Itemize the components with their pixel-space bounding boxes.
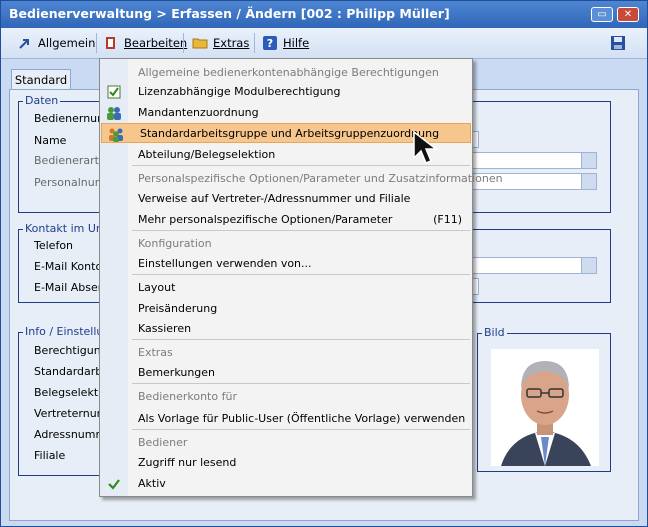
label-standardarbeitsgruppe: Standardarbe — [34, 365, 110, 378]
menu-item-label: Aktiv — [138, 477, 166, 490]
menu-item-label: Layout — [138, 281, 176, 294]
menu-item-label: Mehr personalspezifische Optionen/Parame… — [138, 213, 393, 226]
toolbar-extras[interactable]: Extras — [192, 35, 249, 51]
tab-standard[interactable]: Standard — [11, 69, 71, 91]
menu-section-header: Bedienerkonto für — [100, 387, 472, 407]
menu-item-label: Preisänderung — [138, 302, 218, 315]
email-konto-combo[interactable] — [471, 257, 597, 274]
label-name: Name — [34, 134, 67, 147]
users-icon — [106, 105, 122, 121]
toolbar-extras-label: Extras — [213, 36, 250, 50]
menu-item-label: Zugriff nur lesend — [138, 456, 237, 469]
menu-item[interactable]: Lizenzabhängige Modulberechtigung — [100, 82, 472, 102]
menu-item-label: Allgemeine bedienerkontenabhängige Berec… — [138, 66, 439, 79]
folder-icon — [192, 35, 208, 51]
close-button[interactable]: ✕ — [617, 7, 639, 22]
menu-section-header: Personalspezifische Optionen/Parameter u… — [100, 169, 503, 189]
restore-button[interactable]: ▭ — [591, 7, 613, 22]
save-icon — [610, 35, 626, 51]
help-icon: ? — [262, 35, 278, 51]
edit-doc-icon — [103, 35, 119, 51]
menu-section-header: Extras — [100, 343, 472, 363]
menu-item[interactable]: Mandantenzuordnung — [100, 103, 472, 123]
menu-separator — [132, 339, 470, 340]
toolbar-separator — [183, 33, 184, 53]
menu-item-label: Kassieren — [138, 322, 192, 335]
menu-item-label: Konfiguration — [138, 237, 212, 250]
menu-item-label: Bedienerkonto für — [138, 390, 237, 403]
menu-item-label: Bemerkungen — [138, 366, 216, 379]
label-bedienerart: Bedienerart — [34, 154, 99, 167]
toolbar-separator — [96, 33, 97, 53]
user-photo — [491, 349, 599, 466]
menu-item-label: Als Vorlage für Public-User (Öffentliche… — [138, 412, 466, 425]
menu-item[interactable]: Mehr personalspezifische Optionen/Parame… — [100, 210, 472, 230]
group-icon — [108, 126, 124, 142]
spinner-icon[interactable] — [581, 258, 596, 273]
menu-item[interactable]: Preisänderung — [100, 299, 472, 319]
menu-item[interactable]: Layout — [100, 278, 472, 298]
label-berechtigung: Berechtigung — [34, 344, 108, 357]
title-bar: Bedienerverwaltung > Erfassen / Ändern [… — [1, 1, 647, 28]
menu-item[interactable]: Kassieren — [100, 319, 472, 339]
menu-item-shortcut: (F11) — [433, 213, 462, 226]
menu-item[interactable]: Als Vorlage für Public-User (Öffentliche… — [100, 409, 472, 429]
menu-item-label: Einstellungen verwenden von... — [138, 257, 312, 270]
toolbar-hilfe-label: Hilfe — [283, 36, 310, 50]
menu-item-label: Extras — [138, 346, 173, 359]
menu-item-label: Lizenzabhängige Modulberechtigung — [138, 85, 341, 98]
toolbar-bearbeiten-label: Bearbeiten — [124, 36, 188, 50]
menu-item-label: Personalspezifische Optionen/Parameter u… — [138, 172, 503, 185]
menu-section-header: Konfiguration — [100, 234, 472, 254]
menu-item-label: Abteilung/Belegselektion — [138, 148, 276, 161]
checkbox-icon — [106, 84, 122, 100]
window-title: Bedienerverwaltung > Erfassen / Ändern [… — [9, 6, 450, 21]
menu-section-header: Allgemeine bedienerkontenabhängige Berec… — [100, 63, 472, 83]
toolbar: Allgemein Bearbeiten Extras ? Hilfe — [1, 28, 647, 59]
menu-item-label: Standardarbeitsgruppe und Arbeitsgruppen… — [140, 127, 440, 140]
menu-item-label: Bediener — [138, 436, 188, 449]
label-email-konto: E-Mail Konton — [34, 260, 110, 273]
toolbar-separator — [254, 33, 255, 53]
arrow-icon — [17, 35, 33, 51]
toolbar-allgemein[interactable]: Allgemein — [17, 35, 95, 51]
toolbar-hilfe[interactable]: ? Hilfe — [262, 35, 309, 51]
menu-separator — [132, 230, 470, 231]
menu-section-header: Bediener — [100, 433, 472, 453]
mouse-cursor-icon — [413, 130, 439, 164]
main-window: Bedienerverwaltung > Erfassen / Ändern [… — [0, 0, 648, 527]
menu-item[interactable]: Zugriff nur lesend — [100, 453, 472, 473]
menu-item[interactable]: Bemerkungen — [100, 363, 472, 383]
toolbar-bearbeiten[interactable]: Bearbeiten — [103, 35, 187, 51]
bearbeiten-dropdown-menu: Allgemeine bedienerkontenabhängige Berec… — [99, 58, 503, 497]
menu-separator — [132, 383, 470, 384]
group-daten-title: Daten — [23, 94, 61, 107]
spinner-icon[interactable] — [581, 174, 596, 189]
menu-item[interactable]: Verweise auf Vertreter-/Adressnummer und… — [100, 189, 472, 209]
svg-text:?: ? — [267, 37, 273, 50]
menu-item-label: Verweise auf Vertreter-/Adressnummer und… — [138, 192, 411, 205]
label-telefon: Telefon — [34, 239, 74, 252]
menu-item[interactable]: Einstellungen verwenden von... — [100, 254, 472, 274]
group-bild-title: Bild — [482, 326, 507, 339]
toolbar-allgemein-label: Allgemein — [38, 36, 96, 50]
menu-separator — [132, 429, 470, 430]
chevron-down-icon[interactable] — [581, 153, 596, 168]
save-button[interactable] — [610, 35, 626, 51]
menu-item-label: Mandantenzuordnung — [138, 106, 259, 119]
bedienerart-combo[interactable] — [471, 152, 597, 169]
check-icon — [106, 476, 122, 492]
label-vertreternummer: Vertreternum — [34, 407, 108, 420]
label-filiale: Filiale — [34, 449, 66, 462]
menu-separator — [132, 274, 470, 275]
menu-item[interactable]: Aktiv — [100, 474, 472, 494]
